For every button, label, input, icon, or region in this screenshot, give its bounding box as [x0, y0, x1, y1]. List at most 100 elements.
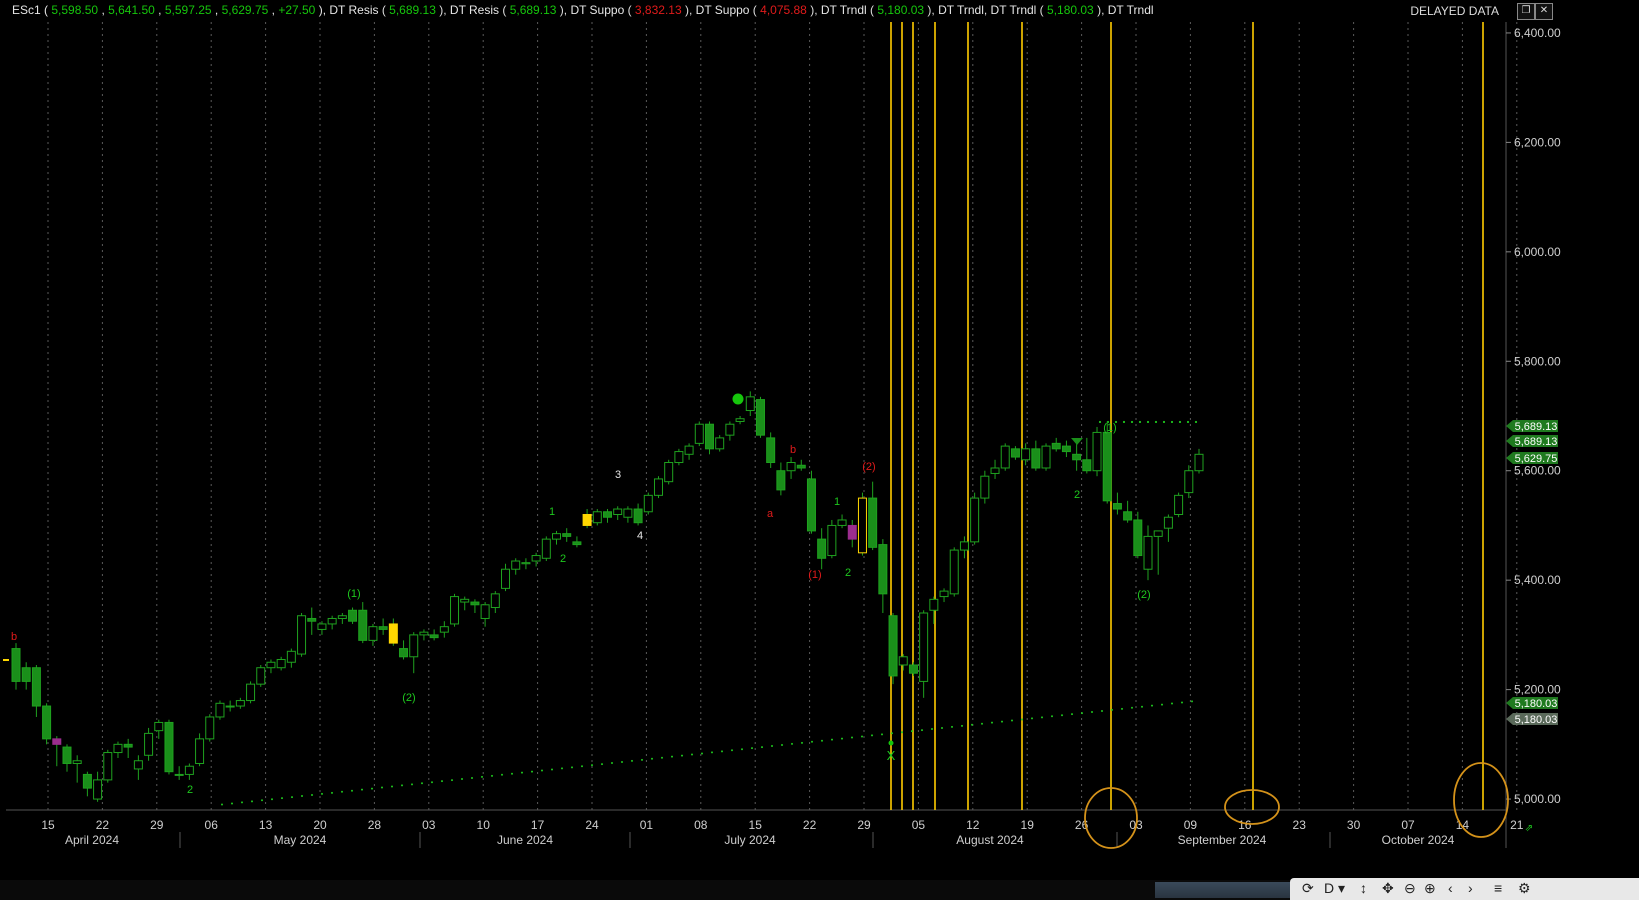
- candle-body[interactable]: [1112, 503, 1122, 510]
- candle-body[interactable]: [592, 511, 602, 524]
- study-name[interactable]: DT Trndl: [1108, 3, 1154, 17]
- candle-body[interactable]: [582, 514, 592, 526]
- candle-body[interactable]: [980, 475, 990, 499]
- candle-body[interactable]: [419, 631, 429, 636]
- candle-body[interactable]: [623, 508, 633, 518]
- candle-body[interactable]: [827, 524, 837, 557]
- candle-body[interactable]: [1000, 445, 1010, 469]
- candle-body[interactable]: [633, 508, 643, 524]
- candle-body[interactable]: [42, 705, 52, 740]
- candle-body[interactable]: [276, 659, 286, 669]
- candle-body[interactable]: [103, 752, 113, 781]
- candle-body[interactable]: [1163, 516, 1173, 529]
- study-name[interactable]: DT Suppo: [696, 3, 750, 17]
- candle-body[interactable]: [1153, 530, 1163, 537]
- candle-body[interactable]: [796, 464, 806, 469]
- candle-body[interactable]: [552, 533, 562, 540]
- candle-body[interactable]: [1174, 494, 1184, 516]
- candle-body[interactable]: [11, 648, 21, 682]
- candle-body[interactable]: [1082, 459, 1092, 472]
- study-name[interactable]: DT Trndl: [938, 3, 984, 17]
- time-scrollbar[interactable]: [0, 880, 1290, 900]
- candle-body[interactable]: [1041, 445, 1051, 469]
- candle-body[interactable]: [939, 590, 949, 598]
- candle-body[interactable]: [205, 716, 215, 740]
- d-dropdown-icon[interactable]: D ▾: [1324, 880, 1345, 897]
- pan-icon[interactable]: ✥: [1382, 880, 1394, 897]
- candle-body[interactable]: [929, 598, 939, 611]
- candle-body[interactable]: [460, 598, 470, 603]
- study-name[interactable]: DT Trndl: [821, 3, 867, 17]
- candle-body[interactable]: [225, 705, 235, 708]
- candle-body[interactable]: [113, 743, 123, 754]
- candle-body[interactable]: [21, 667, 31, 682]
- candle-body[interactable]: [1123, 511, 1133, 521]
- candle-body[interactable]: [511, 560, 521, 570]
- candle-body[interactable]: [1031, 448, 1041, 469]
- candle-body[interactable]: [603, 511, 612, 518]
- candle-body[interactable]: [378, 626, 388, 630]
- candle-body[interactable]: [684, 445, 694, 455]
- zoom-in-icon[interactable]: ⊕: [1424, 880, 1436, 897]
- settings-icon[interactable]: ⚙: [1518, 880, 1531, 897]
- candle-body[interactable]: [776, 470, 786, 491]
- chart-window[interactable]: 15 22 29 06 13 20 28 03 10 17 24 01 08 15 22 29 05 12 19 26…: [0, 0, 1639, 900]
- candle-body[interactable]: [368, 626, 378, 641]
- candle-body[interactable]: [164, 721, 174, 773]
- candle-body[interactable]: [1021, 448, 1031, 461]
- candle-body[interactable]: [154, 721, 164, 732]
- candle-body[interactable]: [755, 399, 765, 436]
- candle-body[interactable]: [990, 467, 1000, 474]
- candle-body[interactable]: [195, 738, 205, 764]
- candle-body[interactable]: [174, 773, 184, 776]
- candle-body[interactable]: [184, 765, 194, 775]
- candle-body[interactable]: [297, 615, 307, 655]
- candle-body[interactable]: [1051, 442, 1061, 450]
- candle-body[interactable]: [52, 738, 62, 745]
- candle-body[interactable]: [490, 593, 500, 609]
- candle-body[interactable]: [388, 623, 398, 644]
- candle-body[interactable]: [429, 634, 439, 639]
- candle-body[interactable]: [327, 617, 337, 625]
- candle-body[interactable]: [919, 612, 929, 682]
- candle-body[interactable]: [409, 634, 419, 658]
- candle-body[interactable]: [62, 746, 72, 764]
- candle-body[interactable]: [317, 623, 327, 630]
- candle-body[interactable]: [521, 562, 531, 565]
- menu-icon[interactable]: ≡: [1494, 880, 1502, 896]
- candle-body[interactable]: [123, 743, 133, 748]
- candle-body[interactable]: [664, 462, 674, 483]
- candle-body[interactable]: [613, 508, 623, 515]
- close-icon[interactable]: ✕: [1535, 3, 1553, 20]
- candle-body[interactable]: [959, 541, 969, 551]
- candle-body[interactable]: [1133, 519, 1143, 557]
- candle-body[interactable]: [1143, 535, 1153, 570]
- candle-body[interactable]: [133, 760, 143, 770]
- candle-body[interactable]: [704, 423, 714, 450]
- candle-body[interactable]: [908, 664, 918, 674]
- candle-body[interactable]: [215, 702, 225, 718]
- candle-body[interactable]: [235, 700, 245, 707]
- candle-body[interactable]: [450, 596, 460, 625]
- candle-body[interactable]: [725, 423, 735, 436]
- study-name[interactable]: DT Trndl: [991, 3, 1037, 17]
- study-name[interactable]: DT Resis: [450, 3, 499, 17]
- candle-body[interactable]: [653, 478, 663, 496]
- prev-icon[interactable]: ‹: [1448, 880, 1453, 896]
- candle-body[interactable]: [898, 656, 908, 666]
- candle-body[interactable]: [501, 568, 511, 589]
- candle-body[interactable]: [643, 494, 653, 513]
- candle-body[interactable]: [786, 462, 796, 472]
- candle-body[interactable]: [531, 555, 541, 562]
- candle-body[interactable]: [1061, 445, 1071, 453]
- candle-body[interactable]: [93, 779, 103, 800]
- candle-body[interactable]: [949, 549, 959, 595]
- candle-body[interactable]: [572, 541, 582, 546]
- candle-body[interactable]: [286, 650, 296, 663]
- candle-body[interactable]: [480, 604, 490, 619]
- candle-body[interactable]: [694, 423, 704, 444]
- candle-body[interactable]: [1184, 470, 1194, 494]
- restore-window-icon[interactable]: ❐: [1517, 3, 1535, 20]
- next-icon[interactable]: ›: [1468, 880, 1473, 896]
- candle-body[interactable]: [817, 538, 827, 559]
